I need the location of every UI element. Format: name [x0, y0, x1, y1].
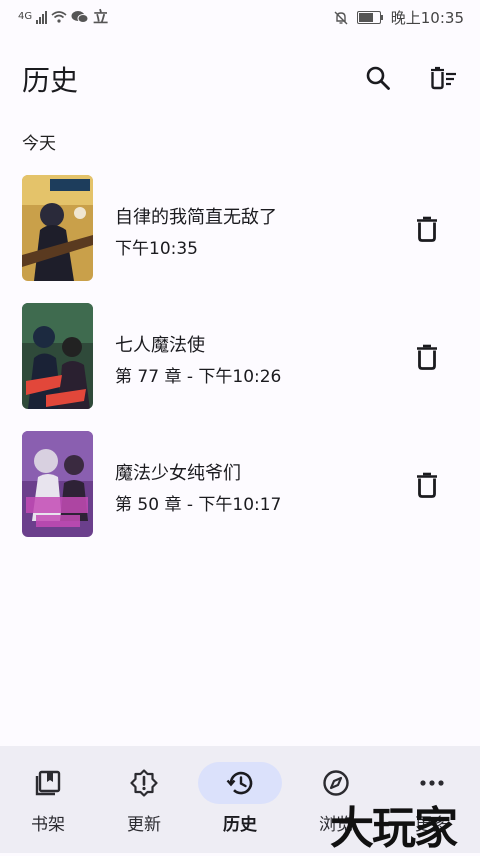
wechat-icon	[71, 10, 89, 23]
nav-pill-active	[198, 762, 282, 804]
nav-item-updates[interactable]: 更新	[96, 746, 192, 853]
carrier-icon: 立	[93, 8, 109, 26]
trash-icon	[417, 216, 437, 242]
status-left: 4G 立	[18, 6, 108, 27]
nav-label: 历史	[223, 815, 257, 835]
more-dots-icon	[420, 780, 444, 786]
history-item-meta: 第 77 章 - 下午10:26	[115, 367, 282, 387]
status-time: 晚上10:35	[390, 9, 464, 27]
nav-item-history[interactable]: 历史	[192, 746, 288, 853]
section-header-today: 今天	[22, 134, 56, 154]
nav-item-browse[interactable]: 浏览	[288, 746, 384, 853]
delete-sweep-icon	[431, 66, 456, 90]
nav-pill	[6, 762, 90, 804]
nav-item-more[interactable]: 更多	[384, 746, 480, 853]
search-button[interactable]	[360, 60, 396, 96]
history-item-meta: 第 50 章 - 下午10:17	[115, 495, 282, 515]
delete-button[interactable]	[408, 466, 446, 504]
history-item-meta: 下午10:35	[115, 239, 198, 259]
nav-pill	[102, 762, 186, 804]
status-bar: 4G 立 晚上10:35	[0, 0, 480, 34]
wifi-icon	[51, 10, 67, 23]
history-item[interactable]: 七人魔法使 第 77 章 - 下午10:26	[0, 298, 480, 426]
page-title: 历史	[22, 64, 79, 97]
compass-icon	[323, 770, 349, 796]
nav-pill	[390, 762, 474, 804]
network-type: 4G	[18, 11, 33, 22]
battery-icon	[356, 11, 383, 24]
nav-pill	[294, 762, 378, 804]
history-icon	[226, 771, 253, 795]
nav-label: 书架	[31, 815, 65, 835]
history-item[interactable]: 自律的我简直无敌了 下午10:35	[0, 170, 480, 298]
nav-label: 浏览	[319, 815, 353, 835]
signal-icon	[36, 10, 48, 24]
status-right: 晚上10:35	[333, 7, 464, 28]
app-bar: 历史	[0, 50, 480, 106]
nav-label: 更多	[415, 815, 449, 835]
history-item-title: 自律的我简直无敌了	[115, 207, 277, 228]
delete-button[interactable]	[408, 338, 446, 376]
search-icon	[366, 66, 390, 90]
clear-history-button[interactable]	[425, 60, 461, 96]
manga-cover[interactable]	[22, 431, 93, 537]
bottom-nav: 书架 更新 历史 浏览 更多	[0, 746, 480, 853]
mute-bell-icon	[334, 11, 348, 24]
trash-icon	[417, 472, 437, 498]
nav-label: 更新	[127, 815, 161, 835]
nav-item-bookshelf[interactable]: 书架	[0, 746, 96, 853]
delete-button[interactable]	[408, 210, 446, 248]
updates-alert-icon	[130, 769, 158, 797]
manga-cover[interactable]	[22, 175, 93, 281]
bookshelf-icon	[35, 770, 61, 796]
history-list: 自律的我简直无敌了 下午10:35 七人魔法使 第 77 章 - 下午10:26…	[0, 170, 480, 554]
history-item-title: 七人魔法使	[115, 335, 205, 356]
trash-icon	[417, 344, 437, 370]
history-item-title: 魔法少女纯爷们	[115, 463, 241, 484]
history-item[interactable]: 魔法少女纯爷们 第 50 章 - 下午10:17	[0, 426, 480, 554]
manga-cover[interactable]	[22, 303, 93, 409]
